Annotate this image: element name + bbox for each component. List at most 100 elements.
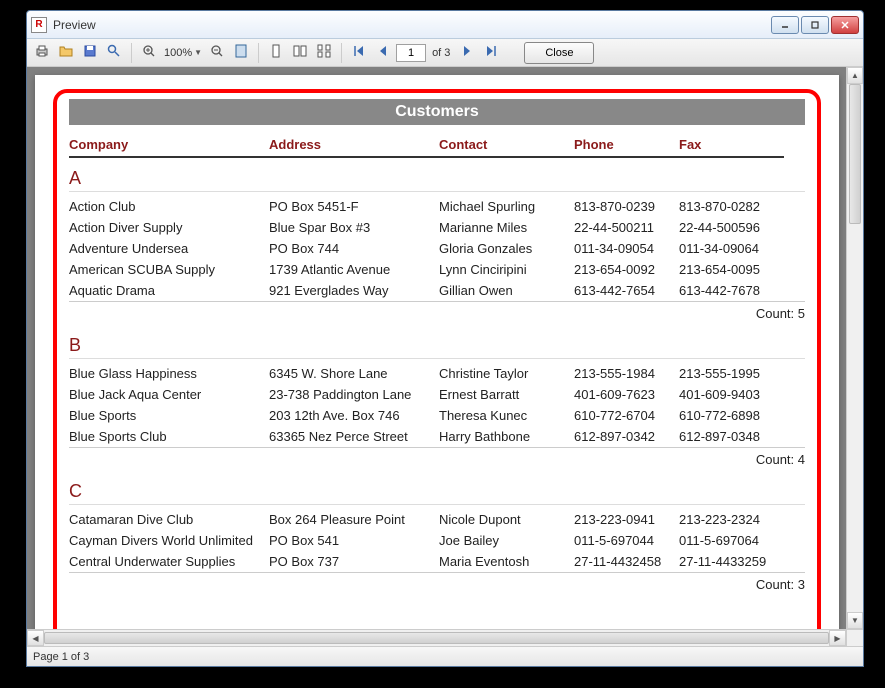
cell-phone: 813-870-0239 [574,199,679,214]
cell-contact: Theresa Kunec [439,408,574,423]
cell-contact: Marianne Miles [439,220,574,235]
titlebar: R Preview [27,11,863,39]
scroll-right-button[interactable]: ▶ [829,630,846,646]
print-button[interactable] [31,42,53,64]
cell-phone: 213-654-0092 [574,262,679,277]
cell-fax: 401-609-9403 [679,387,784,402]
cell-address: PO Box 541 [269,533,439,548]
report-title: Customers [69,99,805,125]
minimize-button[interactable] [771,16,799,34]
cell-contact: Gillian Owen [439,283,574,298]
chevron-up-icon: ▲ [851,71,859,80]
close-preview-button[interactable]: Close [524,42,594,64]
maximize-button[interactable] [801,16,829,34]
cell-phone: 011-34-09054 [574,241,679,256]
cell-fax: 213-654-0095 [679,262,784,277]
table-row: Aquatic Drama921 Everglades WayGillian O… [69,280,805,301]
window-title: Preview [53,18,771,32]
table-row: American SCUBA Supply1739 Atlantic Avenu… [69,259,805,280]
group-letter: B [69,335,805,359]
zoom-out-button[interactable] [206,42,228,64]
cell-contact: Gloria Gonzales [439,241,574,256]
next-page-button[interactable] [456,42,478,64]
vertical-scrollbar[interactable]: ▲ ▼ [846,67,863,629]
group-letter: A [69,168,805,192]
table-row: Central Underwater SuppliesPO Box 737Mar… [69,551,805,572]
group-count: Count: 4 [69,447,805,471]
cell-company: Aquatic Drama [69,283,269,298]
toolbar: 100%▼ of 3 Close [27,39,863,67]
cell-address: 921 Everglades Way [269,283,439,298]
scroll-left-button[interactable]: ◀ [27,630,44,646]
cell-company: Blue Sports Club [69,429,269,444]
save-button[interactable] [79,42,101,64]
find-button[interactable] [103,42,125,64]
cell-company: Blue Sports [69,408,269,423]
cell-fax: 011-5-697064 [679,533,784,548]
save-icon [82,43,98,62]
cell-contact: Nicole Dupont [439,512,574,527]
cell-address: 6345 W. Shore Lane [269,366,439,381]
cell-phone: 610-772-6704 [574,408,679,423]
scrollbar-corner [846,629,863,646]
cell-address: 63365 Nez Perce Street [269,429,439,444]
multi-page-button[interactable] [313,42,335,64]
cell-company: Action Diver Supply [69,220,269,235]
table-row: Action Diver SupplyBlue Spar Box #3Maria… [69,217,805,238]
zoom-in-button[interactable] [138,42,160,64]
zoom-out-icon [209,43,225,62]
cell-phone: 612-897-0342 [574,429,679,444]
find-icon [106,43,122,62]
first-page-button[interactable] [348,42,370,64]
table-row: Catamaran Dive ClubBox 264 Pleasure Poin… [69,509,805,530]
group-count: Count: 5 [69,301,805,325]
zoom-dropdown[interactable]: 100%▼ [162,47,204,59]
cell-contact: Maria Eventosh [439,554,574,569]
preview-pane: Customers Company Address Contact Phone … [27,67,863,646]
chevron-right-icon: ▶ [834,634,840,643]
cell-address: PO Box 744 [269,241,439,256]
print-icon [34,43,50,62]
two-page-button[interactable] [289,42,311,64]
horizontal-scrollbar[interactable]: ◀ ▶ [27,629,846,646]
prev-page-button[interactable] [372,42,394,64]
cell-contact: Joe Bailey [439,533,574,548]
close-window-button[interactable] [831,16,859,34]
scrollbar-thumb[interactable] [849,84,861,224]
open-button[interactable] [55,42,77,64]
cell-contact: Lynn Cinciripini [439,262,574,277]
cell-address: Box 264 Pleasure Point [269,512,439,527]
cell-phone: 613-442-7654 [574,283,679,298]
single-page-button[interactable] [265,42,287,64]
page-number-input[interactable] [396,44,426,62]
scroll-up-button[interactable]: ▲ [847,67,863,84]
cell-contact: Ernest Barratt [439,387,574,402]
cell-contact: Michael Spurling [439,199,574,214]
fullpage-button[interactable] [230,42,252,64]
chevron-left-icon: ◀ [32,634,38,643]
cell-contact: Harry Bathbone [439,429,574,444]
cell-fax: 011-34-09064 [679,241,784,256]
group-count: Count: 3 [69,572,805,596]
cell-fax: 813-870-0282 [679,199,784,214]
cell-phone: 27-11-4432458 [574,554,679,569]
last-page-button[interactable] [480,42,502,64]
column-headers: Company Address Contact Phone Fax [69,135,805,158]
cell-phone: 213-223-0941 [574,512,679,527]
separator [131,43,132,63]
scroll-down-button[interactable]: ▼ [847,612,863,629]
cell-company: Action Club [69,199,269,214]
zoom-value: 100% [164,47,192,59]
cell-company: Cayman Divers World Unlimited [69,533,269,548]
cell-phone: 401-609-7623 [574,387,679,402]
header-phone: Phone [574,135,679,158]
single-page-icon [268,43,284,62]
table-row: Blue Sports Club63365 Nez Perce StreetHa… [69,426,805,447]
prev-page-icon [375,43,391,62]
open-icon [58,43,74,62]
table-row: Cayman Divers World UnlimitedPO Box 541J… [69,530,805,551]
scrollbar-thumb[interactable] [44,632,829,644]
cell-fax: 27-11-4433259 [679,554,784,569]
last-page-icon [483,43,499,62]
cell-fax: 213-555-1995 [679,366,784,381]
